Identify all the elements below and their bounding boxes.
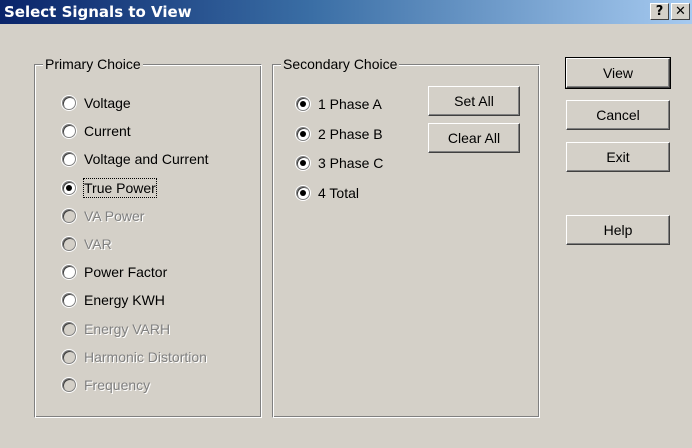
radio-label: Energy KWH [84,292,165,308]
radio-label: Harmonic Distortion [84,349,207,365]
secondary-choice-label: Secondary Choice [281,55,400,73]
radio-button-icon[interactable] [62,265,76,279]
cancel-button[interactable]: Cancel [566,100,670,130]
radio-label: Power Factor [84,264,168,280]
primary-option-frequency: Frequency [62,375,150,395]
radio-label: Voltage and Current [84,151,209,167]
radio-button-icon[interactable] [62,152,76,166]
radio-button-icon [62,322,76,336]
window-title: Select Signals to View [4,3,192,21]
radio-label: Voltage [84,95,131,111]
radio-button-icon[interactable] [62,124,76,138]
radio-label: 1 Phase A [318,96,382,112]
secondary-choice-group: Secondary Choice [272,55,540,418]
primary-option-true-power[interactable]: True Power [62,178,157,198]
radio-label: 2 Phase B [318,126,383,142]
radio-button-icon[interactable] [62,293,76,307]
radio-label: VA Power [84,208,145,224]
radio-button-icon [62,350,76,364]
radio-button-icon[interactable] [62,96,76,110]
radio-label: 3 Phase C [318,155,384,171]
radio-button-icon [62,237,76,251]
radio-label: VAR [84,236,112,252]
primary-option-voltage-and-current[interactable]: Voltage and Current [62,149,209,169]
secondary-option-4[interactable]: 4 Total [296,183,359,203]
secondary-option-3[interactable]: 3 Phase C [296,153,383,173]
primary-option-energy-varh: Energy VARH [62,319,170,339]
secondary-option-2[interactable]: 2 Phase B [296,124,383,144]
primary-option-va-power: VA Power [62,206,144,226]
title-bar[interactable]: Select Signals to View ? ✕ [0,0,692,24]
radio-label: Current [84,123,131,139]
radio-button-icon [62,209,76,223]
help-button[interactable]: Help [566,215,670,245]
close-icon[interactable]: ✕ [671,3,690,20]
set-all-button[interactable]: Set All [428,86,520,116]
primary-option-energy-kwh[interactable]: Energy KWH [62,290,165,310]
radio-label: True Power [83,178,157,198]
radio-button-icon[interactable] [296,186,310,200]
help-icon[interactable]: ? [650,3,669,20]
radio-label: Frequency [84,377,151,393]
radio-button-icon[interactable] [296,127,310,141]
radio-label: Energy VARH [84,321,171,337]
radio-label: 4 Total [318,185,359,201]
primary-option-current[interactable]: Current [62,121,131,141]
primary-option-voltage[interactable]: Voltage [62,93,131,113]
primary-option-harmonic-distortion: Harmonic Distortion [62,347,207,367]
clear-all-button[interactable]: Clear All [428,123,520,153]
secondary-option-1[interactable]: 1 Phase A [296,94,382,114]
radio-button-icon[interactable] [296,156,310,170]
primary-option-var: VAR [62,234,112,254]
radio-button-icon[interactable] [296,97,310,111]
view-button[interactable]: View [565,57,671,89]
radio-button-icon [62,378,76,392]
primary-choice-label: Primary Choice [43,55,143,73]
exit-button[interactable]: Exit [566,142,670,172]
primary-option-power-factor[interactable]: Power Factor [62,262,167,282]
radio-button-icon[interactable] [62,181,76,195]
